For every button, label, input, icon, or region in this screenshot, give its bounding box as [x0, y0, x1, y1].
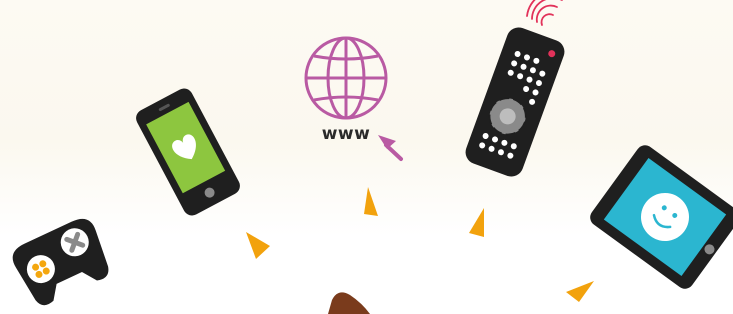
gamepad-icon[interactable]	[8, 214, 116, 310]
triangle-arrow-icon	[364, 187, 378, 216]
smartphone-icon[interactable]	[133, 85, 243, 218]
tablet-icon[interactable]	[587, 142, 733, 293]
triangle-arrow-icon	[469, 208, 484, 237]
wifi-signal-icon	[526, 0, 563, 26]
remote-control-icon[interactable]	[462, 24, 568, 180]
cursor-icon[interactable]	[378, 135, 403, 161]
globe-icon[interactable]	[304, 36, 388, 120]
triangle-arrow-icon	[566, 281, 594, 302]
triangle-arrows	[246, 187, 594, 302]
brown-shape	[328, 292, 370, 314]
triangle-arrow-icon	[246, 232, 270, 259]
globe-label: www	[321, 124, 371, 144]
